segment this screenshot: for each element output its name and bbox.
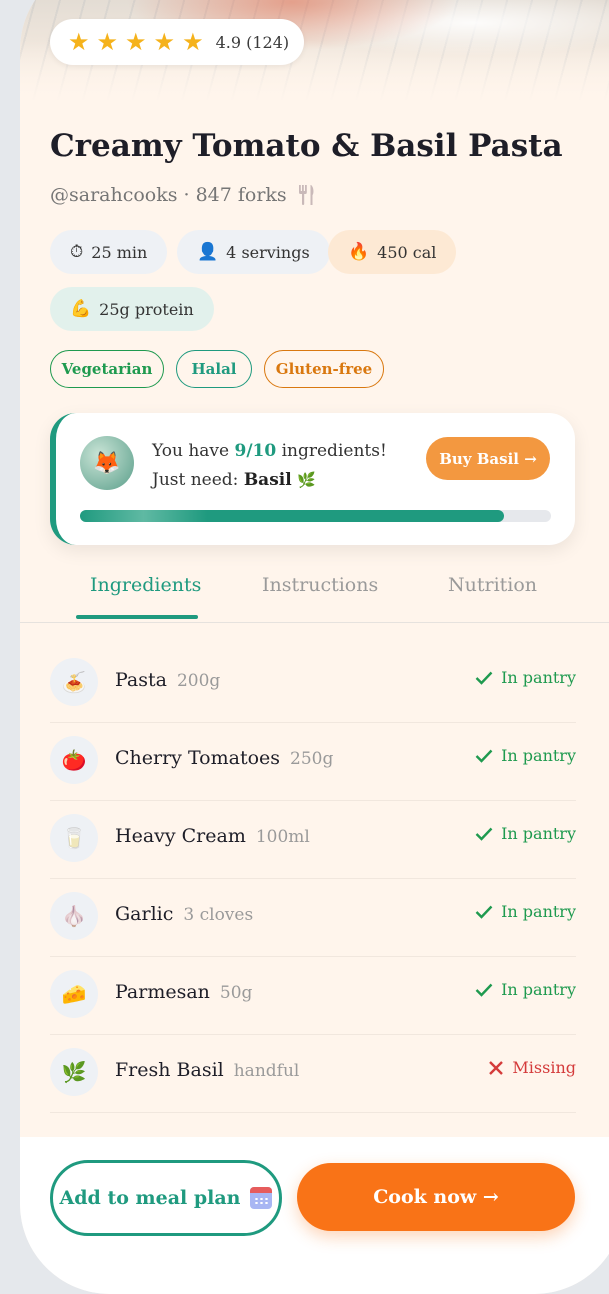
- fire-icon: 🔥: [348, 242, 370, 262]
- pantry-progress-bar: [80, 510, 551, 522]
- flexed-biceps-icon: 💪: [70, 299, 92, 319]
- list-item[interactable]: 🍅 Cherry Tomatoes 250g In pantry: [50, 722, 576, 801]
- status-in-pantry: In pantry: [475, 668, 576, 687]
- recipe-title: Creamy Tomato & Basil Pasta: [50, 128, 563, 164]
- servings-chip: 👤 4 servings: [177, 230, 330, 274]
- tab-instructions[interactable]: Instructions: [262, 574, 378, 596]
- star-icon: ★: [153, 28, 176, 56]
- time-chip: ⏱ 25 min: [50, 230, 168, 274]
- ingredient-name: Parmesan: [115, 981, 210, 1003]
- status-missing: Missing: [488, 1058, 576, 1077]
- ingredient-qty: handful: [233, 1061, 300, 1081]
- check-icon: [475, 905, 493, 919]
- garlic-icon: 🧄: [50, 892, 98, 940]
- pantry-progress-fill: [80, 510, 504, 522]
- basil-icon: 🌿: [297, 471, 316, 489]
- ingredient-qty: 250g: [290, 749, 334, 769]
- ingredient-qty: 100ml: [255, 827, 310, 847]
- fork-knife-icon[interactable]: [297, 184, 317, 206]
- ingredient-name: Cherry Tomatoes: [115, 747, 281, 769]
- fox-avatar-icon: 🦊: [80, 436, 134, 490]
- tag-halal[interactable]: Halal: [176, 350, 252, 388]
- milk-glass-icon: 🥛: [50, 814, 98, 862]
- ingredient-qty: 200g: [176, 671, 221, 691]
- cheese-icon: 🧀: [50, 970, 98, 1018]
- list-item[interactable]: 🧄 Garlic 3 cloves In pantry: [50, 878, 576, 957]
- list-item[interactable]: 🌿 Fresh Basil handful Missing: [50, 1034, 576, 1113]
- ingredient-count: 9/10: [234, 441, 277, 461]
- fork-count: 847 forks: [195, 184, 287, 206]
- herb-icon: 🌿: [50, 1048, 98, 1096]
- missing-ingredient: Basil: [243, 470, 292, 490]
- recipe-byline: @sarahcooks · 847 forks: [50, 184, 317, 206]
- cook-now-button[interactable]: Cook now →: [297, 1163, 575, 1231]
- tab-ingredients[interactable]: Ingredients: [90, 574, 201, 596]
- list-item[interactable]: 🧀 Parmesan 50g In pantry: [50, 956, 576, 1035]
- list-item[interactable]: 🍝 Pasta 200g In pantry: [50, 644, 576, 723]
- calendar-icon: [250, 1187, 273, 1209]
- tomato-icon: 🍅: [50, 736, 98, 784]
- status-in-pantry: In pantry: [475, 980, 576, 999]
- tab-nutrition[interactable]: Nutrition: [448, 574, 537, 596]
- recipe-screen: ★ ★ ★ ★ ★ 4.9 (124) Creamy Tomato & Basil Pa…: [20, 0, 609, 1294]
- person-icon: 👤: [197, 242, 219, 262]
- list-item[interactable]: 🥛 Heavy Cream 100ml In pantry: [50, 800, 576, 879]
- buy-basil-button[interactable]: Buy Basil →: [426, 437, 550, 480]
- ingredient-name: Pasta: [115, 669, 167, 691]
- status-in-pantry: In pantry: [475, 902, 576, 921]
- check-icon: [475, 749, 493, 763]
- rating-text: 4.9 (124): [215, 32, 290, 52]
- status-in-pantry: In pantry: [475, 746, 576, 765]
- check-icon: [475, 671, 493, 685]
- ingredient-qty: 50g: [219, 983, 253, 1003]
- star-icon: ★: [96, 28, 119, 56]
- add-to-meal-plan-button[interactable]: Add to meal plan: [50, 1160, 282, 1236]
- rating-badge: ★ ★ ★ ★ ★ 4.9 (124): [50, 19, 304, 65]
- star-icon: ★: [125, 28, 147, 56]
- pasta-icon: 🍝: [50, 658, 98, 706]
- ingredient-name: Heavy Cream: [115, 825, 246, 847]
- tag-vegetarian[interactable]: Vegetarian: [50, 350, 164, 388]
- clock-icon: ⏱: [70, 242, 84, 262]
- recipe-tabs: Ingredients Instructions Nutrition: [20, 560, 609, 623]
- status-in-pantry: In pantry: [475, 824, 576, 843]
- author-link[interactable]: @sarahcooks: [50, 184, 178, 206]
- active-tab-indicator: [76, 615, 198, 619]
- byline-separator: ·: [183, 184, 190, 206]
- check-icon: [475, 827, 493, 841]
- protein-chip: 💪 25g protein: [50, 287, 214, 331]
- pantry-match-card: 🦊 You have 9/10 ingredients! Just need: …: [50, 413, 575, 545]
- tag-gluten-free[interactable]: Gluten-free: [264, 350, 384, 388]
- star-icon: ★: [182, 28, 204, 56]
- ingredient-name: Fresh Basil: [115, 1059, 224, 1081]
- calories-chip: 🔥 450 cal: [328, 230, 457, 274]
- check-icon: [475, 983, 493, 997]
- ingredient-qty: 3 cloves: [183, 905, 254, 925]
- x-icon: [489, 1060, 504, 1075]
- ingredient-name: Garlic: [115, 903, 174, 925]
- pantry-match-message: You have 9/10 ingredients! Just need: Ba…: [152, 441, 387, 490]
- star-rating: ★ ★ ★ ★ ★: [68, 30, 204, 54]
- star-icon: ★: [68, 28, 90, 56]
